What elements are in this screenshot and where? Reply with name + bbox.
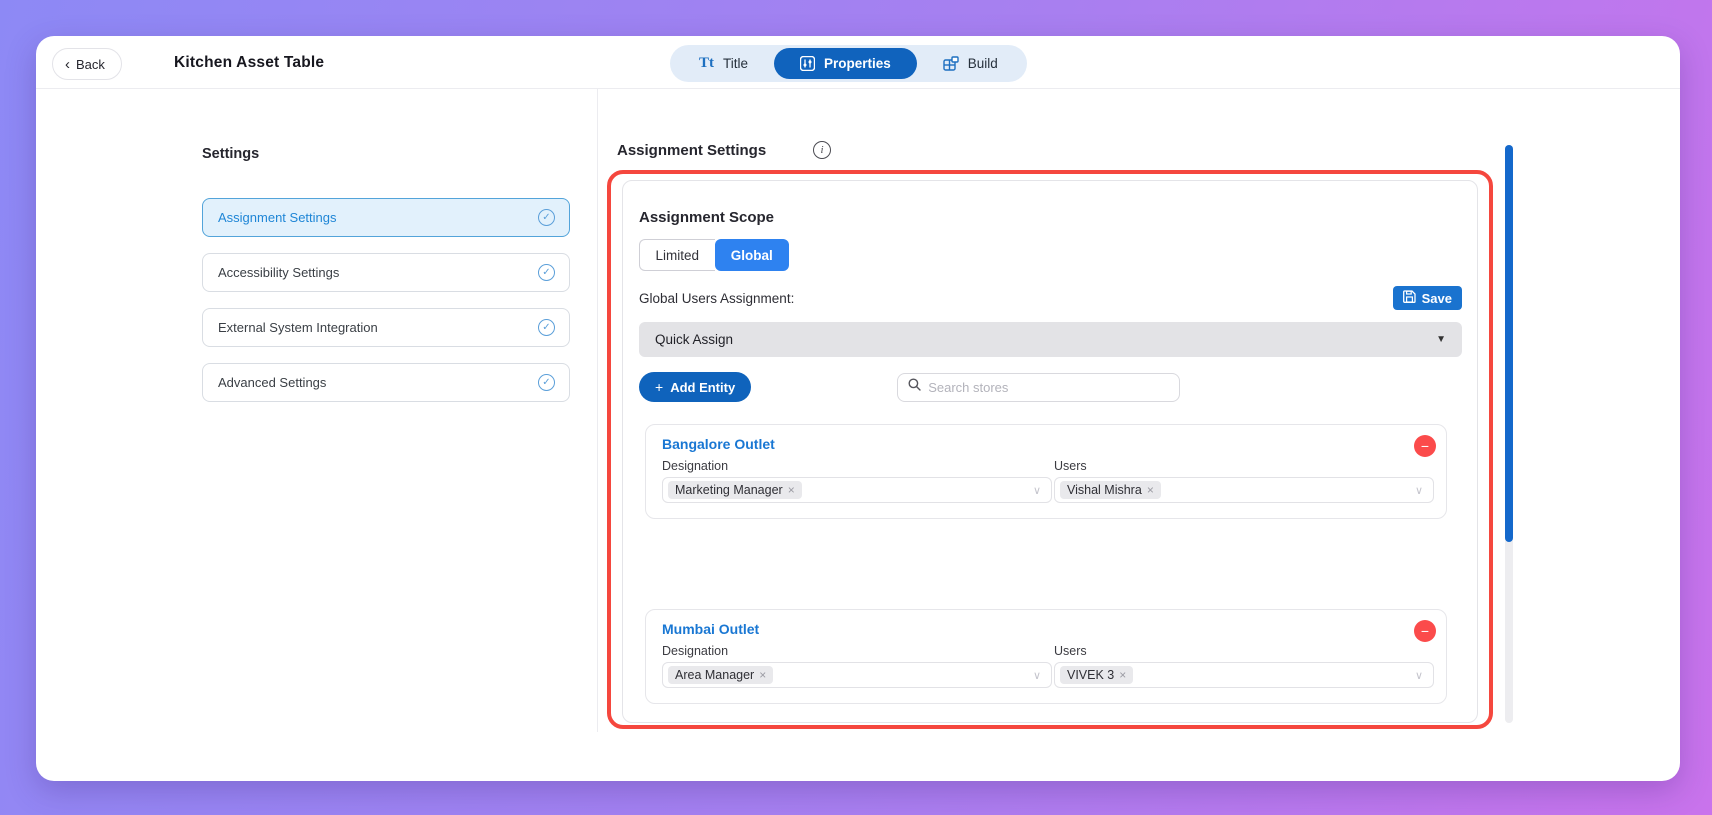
remove-tag-icon[interactable]: × <box>759 668 766 682</box>
sidebar-item-label: External System Integration <box>218 320 378 335</box>
back-button[interactable]: ‹ Back <box>52 48 122 80</box>
header: ‹ Back Kitchen Asset Table Tt Title Prop… <box>36 36 1680 89</box>
section-heading: Assignment Settings <box>617 142 767 159</box>
highlight-outline: Assignment Scope Limited Global Global U… <box>607 170 1493 729</box>
assignment-scope-panel: Assignment Scope Limited Global Global U… <box>622 180 1478 723</box>
add-entity-label: Add Entity <box>670 379 736 395</box>
remove-tag-icon[interactable]: × <box>1119 668 1126 682</box>
plus-icon: + <box>655 379 664 395</box>
remove-outlet-button[interactable]: − <box>1414 435 1436 457</box>
outlet-name: Mumbai Outlet <box>662 621 760 637</box>
check-circle-icon: ✓ <box>538 264 555 281</box>
chevron-down-icon: ∨ <box>1032 484 1041 497</box>
outlet-card-mumbai: Mumbai Outlet − Designation Area Manager… <box>645 609 1447 704</box>
users-select[interactable]: VIVEK 3 × ∨ <box>1054 662 1434 688</box>
sidebar-divider <box>597 89 598 732</box>
chevron-down-icon: ∨ <box>1414 484 1423 497</box>
designation-tag-text: Area Manager <box>675 668 755 682</box>
scrollbar-thumb[interactable] <box>1505 145 1513 542</box>
sidebar-item-label: Assignment Settings <box>218 210 337 225</box>
page-background: ‹ Back Kitchen Asset Table Tt Title Prop… <box>0 0 1712 815</box>
check-circle-icon: ✓ <box>538 319 555 336</box>
title-tab-icon: Tt <box>699 55 714 71</box>
quick-assign-value: Quick Assign <box>655 332 734 347</box>
global-users-row: Global Users Assignment: Save <box>639 286 1462 310</box>
tab-properties-label: Properties <box>824 56 891 71</box>
actions-row: + Add Entity <box>639 372 1462 402</box>
scope-option-limited[interactable]: Limited <box>639 239 715 271</box>
sidebar-item-label: Advanced Settings <box>218 375 327 390</box>
scope-toggle: Limited Global <box>639 239 789 271</box>
save-button-label: Save <box>1421 290 1452 306</box>
chevron-down-icon: ▼ <box>1436 334 1446 345</box>
remove-tag-icon[interactable]: × <box>788 483 795 497</box>
outlet-name: Bangalore Outlet <box>662 436 775 452</box>
designation-tag: Marketing Manager × <box>668 481 802 499</box>
sidebar-item-advanced-settings[interactable]: Advanced Settings ✓ <box>202 363 570 402</box>
tab-title[interactable]: Tt Title <box>673 48 774 79</box>
add-entity-button[interactable]: + Add Entity <box>639 372 752 402</box>
build-grid-icon <box>943 56 959 71</box>
tab-build[interactable]: Build <box>917 48 1024 79</box>
designation-label: Designation <box>662 644 729 658</box>
outlet-fields: Designation Area Manager × ∨ Users VIVEK… <box>662 637 1434 688</box>
tab-bar: Tt Title Properties Build <box>670 45 1027 82</box>
tab-title-label: Title <box>723 56 749 71</box>
global-users-label: Global Users Assignment: <box>639 290 795 306</box>
designation-label: Designation <box>662 459 729 473</box>
assignment-scope-heading: Assignment Scope <box>639 209 775 226</box>
user-tag: VIVEK 3 × <box>1060 666 1134 684</box>
page-title: Kitchen Asset Table <box>174 53 325 71</box>
check-circle-icon: ✓ <box>538 209 555 226</box>
check-circle-icon: ✓ <box>538 374 555 391</box>
sliders-icon <box>800 56 816 71</box>
chevron-down-icon: ∨ <box>1414 669 1423 682</box>
sidebar-item-assignment-settings[interactable]: Assignment Settings ✓ <box>202 198 570 237</box>
info-icon[interactable]: i <box>813 141 831 159</box>
tab-build-label: Build <box>967 56 998 71</box>
tab-properties[interactable]: Properties <box>774 48 917 79</box>
chevron-down-icon: ∨ <box>1032 669 1041 682</box>
designation-tag: Area Manager × <box>668 666 774 684</box>
user-tag: Vishal Mishra × <box>1060 481 1161 499</box>
app-window: ‹ Back Kitchen Asset Table Tt Title Prop… <box>36 36 1680 781</box>
search-input[interactable] <box>928 379 1170 395</box>
outlet-fields: Designation Marketing Manager × ∨ Users <box>662 452 1434 503</box>
remove-tag-icon[interactable]: × <box>1147 483 1154 497</box>
save-floppy-icon <box>1402 290 1416 306</box>
save-button[interactable]: Save <box>1392 286 1462 310</box>
user-tag-text: Vishal Mishra <box>1067 483 1142 497</box>
designation-select[interactable]: Marketing Manager × ∨ <box>662 477 1052 503</box>
scope-option-global[interactable]: Global <box>714 239 789 271</box>
users-label: Users <box>1054 644 1087 658</box>
designation-select[interactable]: Area Manager × ∨ <box>662 662 1052 688</box>
store-search <box>897 372 1181 402</box>
user-tag-text: VIVEK 3 <box>1067 668 1115 682</box>
users-label: Users <box>1054 459 1087 473</box>
back-chevron-icon: ‹ <box>65 55 70 73</box>
sidebar-item-label: Accessibility Settings <box>218 265 340 280</box>
users-select[interactable]: Vishal Mishra × ∨ <box>1054 477 1434 503</box>
sidebar-item-external-system-integration[interactable]: External System Integration ✓ <box>202 308 570 347</box>
back-button-label: Back <box>76 56 105 72</box>
sidebar-item-accessibility-settings[interactable]: Accessibility Settings ✓ <box>202 253 570 292</box>
sidebar-heading: Settings <box>202 146 260 162</box>
remove-outlet-button[interactable]: − <box>1414 620 1436 642</box>
search-icon <box>908 378 921 396</box>
outlet-card-bangalore: Bangalore Outlet − Designation Marketing… <box>645 424 1447 519</box>
quick-assign-dropdown[interactable]: Quick Assign ▼ <box>639 322 1462 357</box>
designation-tag-text: Marketing Manager <box>675 483 783 497</box>
scrollbar-track[interactable] <box>1505 145 1513 723</box>
